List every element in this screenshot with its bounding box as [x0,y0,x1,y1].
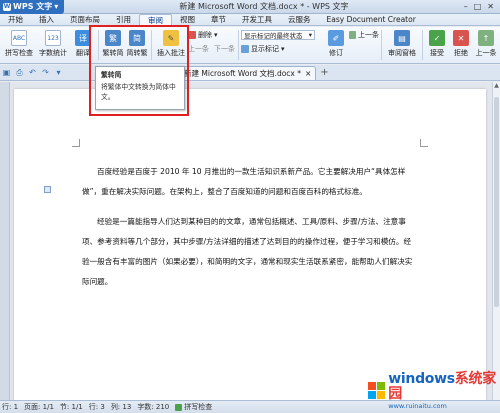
undo-icon[interactable]: ↶ [28,68,37,77]
close-tab-icon[interactable]: × [305,69,311,78]
word-count-button[interactable]: 123 字数统计 [36,27,70,63]
tab-references[interactable]: 引用 [108,14,139,25]
vertical-ruler [0,82,10,400]
wps-app-menu-button[interactable]: W WPS 文字 ▾ [0,0,65,14]
scroll-thumb[interactable] [494,97,499,307]
revise-button[interactable]: ✐ 修订 [323,27,349,63]
chevron-down-icon: ▾ [308,31,312,39]
paragraph[interactable]: 经验是一篇能指导人们达到某种目的的文章，通常包括概述、工具/原料、步骤/方法、注… [82,212,418,292]
tab-start[interactable]: 开始 [0,14,31,25]
new-tab-icon[interactable]: + [320,67,328,78]
review-ribbon: ABC 拼写检查 123 字数统计 译 翻译 繁 繁转简 简 简转繁 ✎ 插入批… [0,27,500,64]
show-markup-button[interactable]: 显示标记 ▾ [241,44,323,54]
revise-icon: ✐ [328,30,344,46]
paragraph-marker-icon[interactable] [44,186,51,193]
redo-icon[interactable]: ↷ [41,68,50,77]
markup-display-select[interactable]: 显示标记的最终状态 ▾ [241,30,315,40]
tab-developer[interactable]: 开发工具 [234,14,280,25]
review-pane-icon: ▤ [394,30,410,46]
delete-comment-button[interactable]: 删除 ▾ [188,30,236,40]
spell-check-icon: ABC [11,30,27,46]
review-pane-button[interactable]: ▤ 审阅窗格 [384,27,420,63]
spell-check-button[interactable]: ABC 拼写检查 [2,27,36,63]
title-bar: W WPS 文字 ▾ 新建 Microsoft Word 文档.docx * -… [0,0,500,14]
scroll-up-icon[interactable]: ▲ [493,82,500,90]
tab-chapter[interactable]: 章节 [203,14,234,25]
close-icon[interactable]: ✕ [487,2,494,11]
maximize-icon[interactable]: □ [474,2,482,11]
windows-watermark: windows系统家园 www.ruinaitu.com [368,372,498,410]
document-area: 百度经验是百度于 2010 年 10 月推出的一款生活知识系新产品。它主要解决用… [0,82,492,400]
status-section: 节: 1/1 [59,403,83,411]
status-column: 列: 13 [110,403,132,411]
print-icon[interactable]: ⎙ [15,68,24,77]
reject-button[interactable]: ✕ 拒绝 [449,27,473,63]
prev-change-button[interactable]: ↑ 上一条 [473,27,499,63]
tab-view[interactable]: 视图 [172,14,203,25]
markup-icon [241,45,249,53]
document-page[interactable]: 百度经验是百度于 2010 年 10 月推出的一款生活知识系新产品。它主要解决用… [14,89,486,400]
quick-access-dropdown-icon[interactable]: ▾ [54,68,63,77]
prev-change-icon: ↑ [478,30,494,46]
status-row: 行: 1 [2,403,19,411]
save-icon[interactable]: ▣ [2,68,11,77]
dropdown-icon: ▾ [54,2,59,11]
status-line: 行: 3 [88,403,105,411]
arrow-up-icon [349,31,356,39]
accept-button[interactable]: ✓ 接受 [425,27,449,63]
status-page[interactable]: 页面: 1/1 [24,402,54,412]
tab-easy-document-creator[interactable]: Easy Document Creator [319,14,424,25]
app-label: WPS 文字 [13,2,53,11]
tab-review[interactable]: 审阅 [139,14,172,25]
word-count-icon: 123 [45,30,61,46]
spell-check-status[interactable]: 拼写检查 [175,402,212,412]
wps-logo-icon: W [3,2,11,11]
status-word-count[interactable]: 字数: 210 [137,402,169,412]
windows-logo-icon [368,382,385,400]
prev-revision-button[interactable]: 上一条 [349,30,379,40]
next-comment-button[interactable]: 下一条 [214,44,235,54]
tab-page-layout[interactable]: 页面布局 [62,14,108,25]
accept-icon: ✓ [429,30,445,46]
paragraph[interactable]: 百度经验是百度于 2010 年 10 月推出的一款生活知识系新产品。它主要解决用… [82,162,418,202]
document-body[interactable]: 百度经验是百度于 2010 年 10 月推出的一款生活知识系新产品。它主要解决用… [82,162,418,292]
document-tab[interactable]: W 新建 Microsoft Word 文档.docx * × [167,65,317,80]
prev-comment-button[interactable]: 上一条 [188,44,209,54]
window-title: 新建 Microsoft Word 文档.docx * - WPS 文字 [179,2,349,11]
document-tab-bar: ▣ ⎙ ↶ ↷ ▾ W 新建 Microsoft Word 文档.docx * … [0,65,500,81]
crop-mark [72,139,80,147]
menu-bar: 开始 插入 页面布局 引用 审阅 视图 章节 开发工具 云服务 Easy Doc… [0,14,500,26]
tab-insert[interactable]: 插入 [31,14,62,25]
annotation-highlight-box [89,25,189,116]
check-icon [175,403,183,411]
reject-icon: ✕ [453,30,469,46]
minimize-icon[interactable]: – [464,2,468,11]
crop-mark [420,139,428,147]
vertical-scrollbar[interactable]: ▲ [492,82,500,400]
tab-cloud[interactable]: 云服务 [280,14,319,25]
delete-icon [188,31,196,39]
